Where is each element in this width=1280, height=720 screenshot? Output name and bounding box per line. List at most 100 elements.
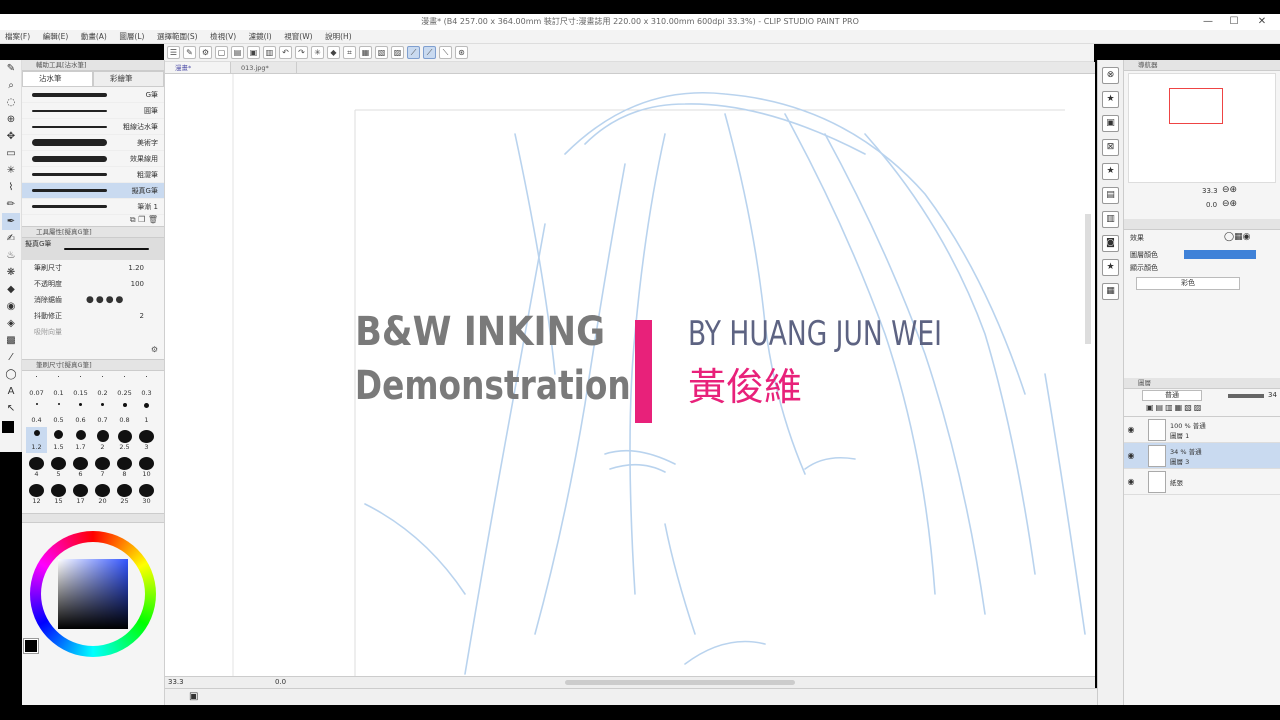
brush-item[interactable]: 粗線沾水筆 [22,119,164,135]
eye-icon[interactable]: ◉ [1126,425,1136,434]
brush-item[interactable]: 美術字 [22,135,164,151]
menu-window[interactable]: 視窗(W) [279,30,317,44]
history-icon[interactable]: ▥ [1102,211,1119,228]
snap-special-icon[interactable]: ⟋ [423,46,436,59]
brush-size-preset[interactable]: 0.07 [26,373,47,399]
blend-mode-select[interactable]: 普通 [1142,390,1202,401]
transform-icon[interactable]: ⌗ [343,46,356,59]
eye-icon[interactable]: ◉ [1126,477,1136,486]
camera-icon[interactable]: ◙ [1102,235,1119,252]
layer-lock-icon[interactable]: ▣▤▥▦▧▨ [1146,403,1203,412]
menu-view[interactable]: 檢視(V) [205,30,241,44]
brush-size-preset[interactable]: 0.6 [70,400,91,426]
ink-pen-icon[interactable]: ✒ [2,213,20,230]
opacity-prop[interactable]: 不透明度 100 [22,276,164,292]
maximize-button[interactable]: ☐ [1222,14,1246,30]
menu-layer[interactable]: 圖層(L) [114,30,149,44]
brush-size-preset[interactable]: 25 [114,481,135,507]
decoration-icon[interactable]: ❋ [2,264,20,281]
panel-icon[interactable]: ▤ [1102,187,1119,204]
menu-file[interactable]: 檔案(F) [0,30,35,44]
marquee-tool-icon[interactable]: ▭ [2,145,20,162]
brush-size-preset[interactable]: 1.7 [70,427,91,453]
tab-013[interactable]: 013.jpg* [231,62,297,73]
fill-icon[interactable]: ◆ [327,46,340,59]
brush-size-preset[interactable]: 0.5 [48,400,69,426]
spinner-icon[interactable]: ✳ [311,46,324,59]
save-icon[interactable]: ▣ [247,46,260,59]
brush-size-preset[interactable]: 15 [48,481,69,507]
brush-size-preset[interactable]: 0.15 [70,373,91,399]
status-angle[interactable]: 0.0 [275,678,286,686]
menu-filter[interactable]: 濾鏡(I) [244,30,277,44]
layer-search-icon[interactable]: ⊠ [1102,139,1119,156]
copy-icon[interactable]: ⧉ [130,215,136,224]
brush-size-prop[interactable]: 筆刷尺寸 1.20 [22,260,164,276]
eraser-icon[interactable]: ◆ [2,281,20,298]
main-color-swatch[interactable] [23,638,39,654]
brush-size-preset[interactable]: 0.2 [92,373,113,399]
duplicate-icon[interactable]: ❐ [138,215,145,224]
material-icon[interactable]: ▣ [1102,115,1119,132]
brush-size-preset[interactable]: 20 [92,481,113,507]
brush-size-preset[interactable]: 5 [48,454,69,480]
reference-icon[interactable]: ⊛ [455,46,468,59]
info-icon[interactable]: ▦ [1102,283,1119,300]
vertical-scrollbar-thumb[interactable] [1085,214,1091,344]
antialias-prop[interactable]: 消除鋸齒 ●●●● [22,292,164,308]
layer-opacity-value[interactable]: 34 [1268,391,1277,399]
fill-bucket-icon[interactable]: ◈ [2,315,20,332]
pen-tool-icon[interactable]: ✎ [2,60,20,77]
tool-settings-icon[interactable]: ⚙ [151,345,158,354]
navigator-zoom-value[interactable]: 33.3 [1202,187,1218,195]
tab-marker[interactable]: 彩繪筆 [93,71,164,87]
brush-size-preset[interactable]: 17 [70,481,91,507]
star-icon[interactable]: ★ [1102,91,1119,108]
brush-size-preset[interactable]: 10 [136,454,157,480]
layer-row-paper[interactable]: ◉ 紙張 [1124,469,1280,495]
navigator-angle-value[interactable]: 0.0 [1206,201,1217,209]
brush-size-preset[interactable]: 0.3 [136,373,157,399]
move-tool-icon[interactable]: ✥ [2,128,20,145]
zoom-tool-icon[interactable]: ⌕ [2,77,20,94]
brush-size-preset[interactable]: 1.5 [48,427,69,453]
vector-snap-prop[interactable]: 吸附向量 [22,324,164,340]
saturation-square[interactable] [58,559,128,629]
brush-size-preset[interactable]: 3 [136,427,157,453]
navigator-preview[interactable] [1128,73,1276,183]
snap-grid-icon[interactable]: ⟍ [439,46,452,59]
menu-select[interactable]: 選擇範圍(S) [152,30,203,44]
gradient-icon[interactable]: ▩ [2,332,20,349]
menu-help[interactable]: 說明(H) [320,30,357,44]
brush-item[interactable]: 效果線用 [22,151,164,167]
brush-size-preset[interactable]: 2.5 [114,427,135,453]
lasso-tool-icon[interactable]: ◌ [2,94,20,111]
correct-line-icon[interactable]: ↖ [2,400,20,417]
layer-opacity-slider[interactable] [1228,394,1264,398]
brush-size-preset[interactable]: 7 [92,454,113,480]
brush-size-preset[interactable]: 0.8 [114,400,135,426]
brush-size-preset[interactable]: 0.4 [26,400,47,426]
bookmark-icon[interactable]: ★ [1102,259,1119,276]
brush-size-preset[interactable]: 30 [136,481,157,507]
pencil-tool-icon[interactable]: ✏ [2,196,20,213]
antialias-options[interactable]: ●●●● [86,295,125,305]
brush-size-preset[interactable]: 2 [92,427,113,453]
layer-color-swatch[interactable] [1184,250,1256,259]
snap-ruler-icon[interactable]: ⟋ [407,46,420,59]
close-button[interactable]: ✕ [1250,14,1274,30]
zoom-controls-icon[interactable]: ⊖⊕ [1222,185,1237,195]
layer-row-1[interactable]: ◉ 100 % 普通 圖層 1 [1124,417,1280,443]
blend-icon[interactable]: ◉ [2,298,20,315]
undo-icon[interactable]: ↶ [279,46,292,59]
menu-edit[interactable]: 編輯(E) [38,30,74,44]
stabilization-prop[interactable]: 抖動修正 2 [22,308,164,324]
redo-icon[interactable]: ↷ [295,46,308,59]
new-file-icon[interactable]: ▢ [215,46,228,59]
brush-item[interactable]: 圓筆 [22,103,164,119]
trash-icon[interactable]: 🗑 [148,215,158,224]
settings-icon[interactable]: ⚙ [199,46,212,59]
menu-icon[interactable]: ☰ [167,46,180,59]
text-tool-icon[interactable]: A [2,383,20,400]
expand-icon[interactable]: ▣ [189,691,198,702]
